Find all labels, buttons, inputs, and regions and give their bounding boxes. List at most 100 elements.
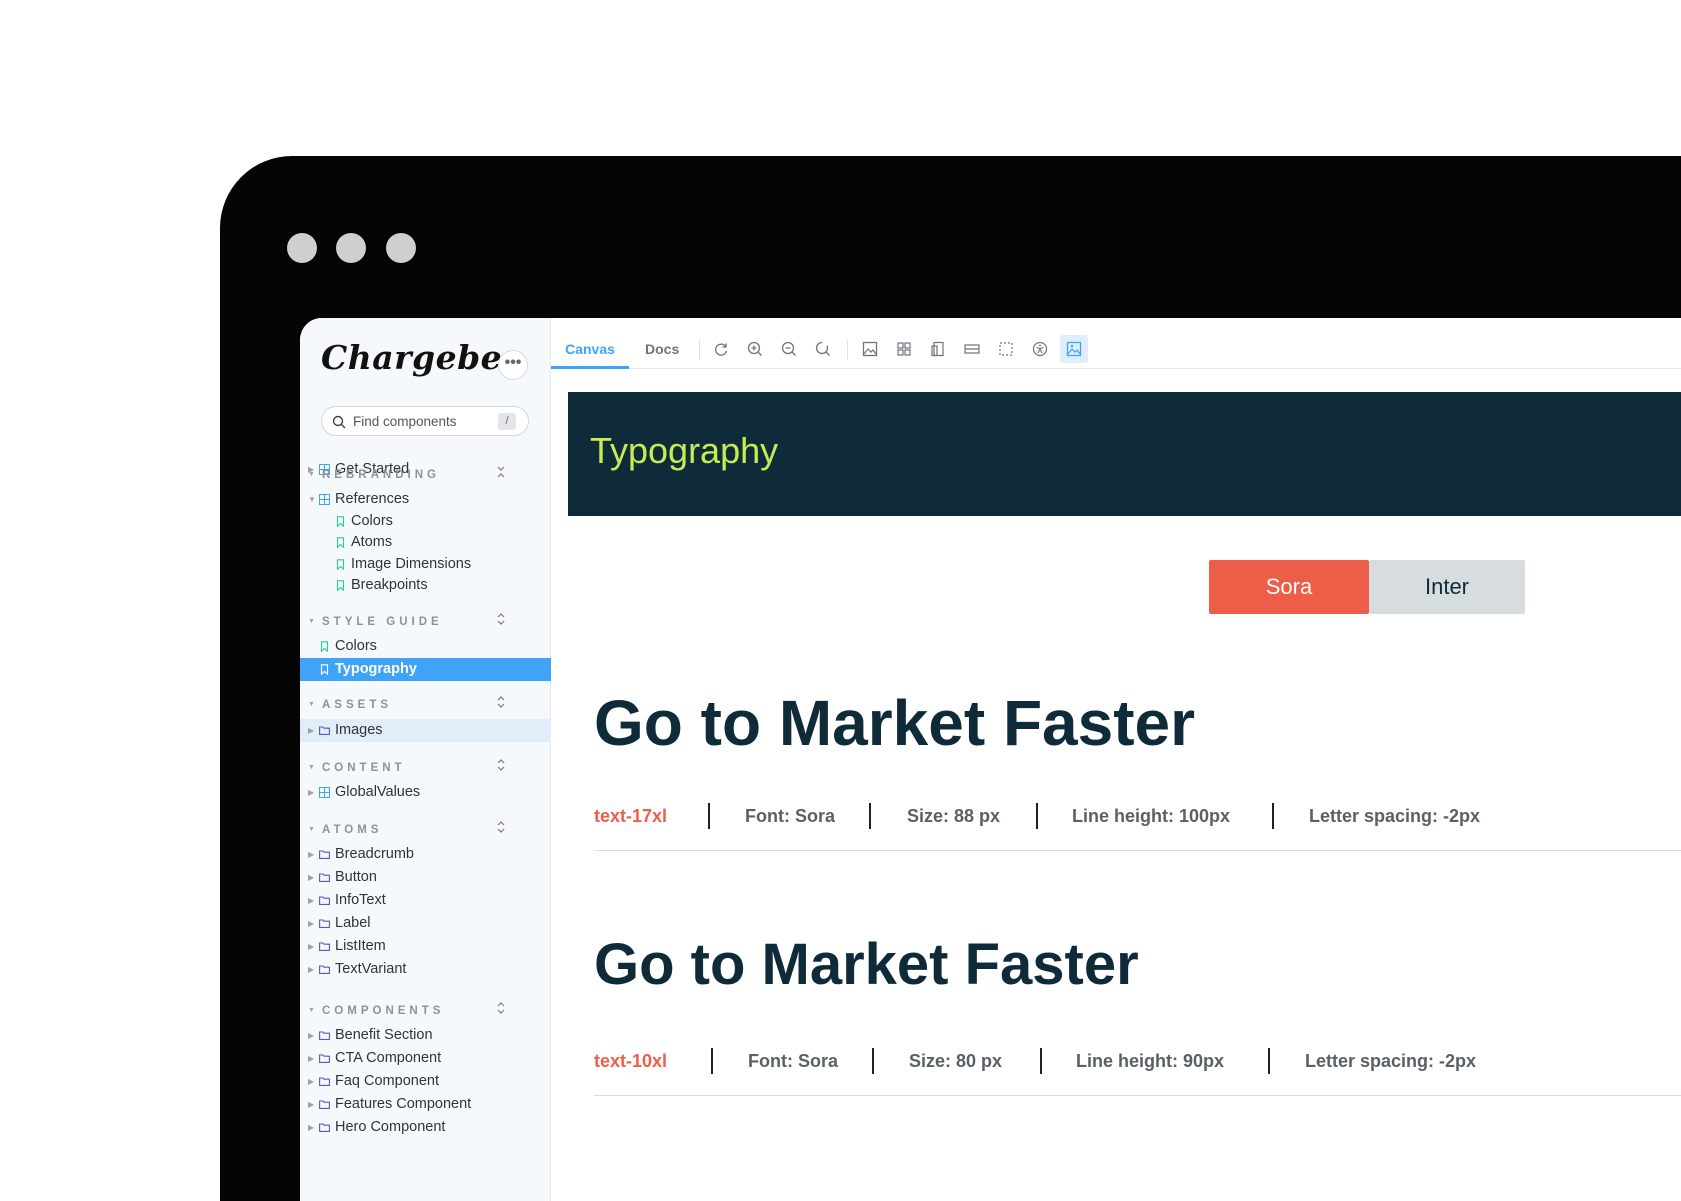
section-title: CONTENT: [322, 762, 406, 774]
section-components[interactable]: ▼ COMPONENTS: [300, 1001, 551, 1021]
section-title: COMPONENTS: [322, 1005, 445, 1017]
chevron-down-icon: ▼: [308, 701, 315, 708]
zoom-out-icon[interactable]: [779, 339, 799, 359]
sidebar-item-label: GlobalValues: [335, 784, 421, 800]
sidebar-item-colors[interactable]: Colors: [300, 635, 551, 658]
chevron-right-icon: ▶: [308, 896, 315, 905]
meta-divider: [1268, 1048, 1270, 1074]
sidebar-item-label: Colors: [351, 513, 393, 529]
sidebar-item-button[interactable]: ▶ Button: [300, 866, 551, 889]
sidebar-item-label: Hero Component: [335, 1119, 446, 1135]
meta-divider: [1040, 1048, 1042, 1074]
class-name-label: text-10xl: [594, 1051, 668, 1071]
sidebar-item-images[interactable]: ▶ Images: [300, 719, 551, 742]
chevron-right-icon: ▶: [308, 1077, 315, 1086]
folder-icon: [319, 726, 330, 735]
chevron-right-icon: ▶: [308, 1031, 315, 1040]
sidebar-item-breakpoints[interactable]: Breakpoints: [300, 574, 551, 597]
search-input[interactable]: [353, 412, 493, 430]
reset-zoom-icon[interactable]: [813, 339, 833, 359]
reload-icon[interactable]: [711, 339, 731, 359]
window-dot-maximize[interactable]: [386, 233, 416, 263]
chevron-right-icon: ▶: [308, 726, 315, 735]
sidebar-item-benefit-section[interactable]: ▶ Benefit Section: [300, 1024, 551, 1047]
sidebar-item-label: Breadcrumb: [335, 846, 414, 862]
accessibility-icon[interactable]: [1030, 339, 1050, 359]
typography-sample-meta: text-17xl Font: Sora Size: 88 px Line he…: [594, 803, 1681, 846]
sidebar-item-hero-component[interactable]: ▶ Hero Component: [300, 1116, 551, 1139]
sidebar-item-atoms[interactable]: Atoms: [300, 531, 551, 554]
expand-all-icon[interactable]: [496, 695, 506, 715]
folder-icon: [319, 1123, 330, 1132]
sidebar-item-label: TextVariant: [335, 961, 407, 977]
image-icon[interactable]: [1060, 335, 1088, 363]
sidebar-item-colors[interactable]: Colors: [300, 510, 551, 533]
section-rebranding[interactable]: ▼ REBRANDING: [300, 465, 551, 485]
font-toggle-sora[interactable]: Sora: [1209, 560, 1369, 614]
meta-divider: [869, 803, 871, 829]
sidebar-item-label[interactable]: ▶ Label: [300, 912, 551, 935]
expand-all-icon[interactable]: [496, 612, 506, 632]
collapse-all-icon[interactable]: [496, 465, 506, 485]
line-height-label: Line height: 90px: [1076, 1051, 1225, 1071]
sidebar-item-label: Colors: [335, 638, 377, 654]
toolbar-divider: [699, 340, 700, 360]
window-dot-close[interactable]: [287, 233, 317, 263]
background-icon[interactable]: [860, 339, 880, 359]
sidebar-item-label: Button: [335, 869, 377, 885]
search-shortcut-badge: /: [498, 413, 516, 430]
font-toggle-inter[interactable]: Inter: [1369, 560, 1525, 614]
sidebar-item-listitem[interactable]: ▶ ListItem: [300, 935, 551, 958]
grid-icon[interactable]: [894, 339, 914, 359]
bookmark-icon: [336, 580, 345, 591]
expand-all-icon[interactable]: [496, 1001, 506, 1021]
search-box[interactable]: /: [321, 406, 529, 436]
meta-divider: [872, 1048, 874, 1074]
chevron-right-icon: ▶: [308, 1100, 315, 1109]
chevron-down-icon: ▼: [308, 495, 316, 504]
section-style-guide[interactable]: ▼ STYLE GUIDE: [300, 612, 551, 632]
chevron-down-icon: ▼: [308, 471, 315, 478]
divider: [594, 850, 1681, 851]
tab-canvas[interactable]: Canvas: [551, 329, 629, 369]
tab-docs[interactable]: Docs: [645, 329, 679, 369]
sidebar-item-cta-component[interactable]: ▶ CTA Component: [300, 1047, 551, 1070]
section-content[interactable]: ▼ CONTENT: [300, 758, 551, 778]
folder-icon: [319, 965, 330, 974]
folder-icon: [319, 1031, 330, 1040]
sidebar-item-breadcrumb[interactable]: ▶ Breadcrumb: [300, 843, 551, 866]
outline-icon[interactable]: [996, 339, 1016, 359]
expand-all-icon[interactable]: [496, 820, 506, 840]
sidebar-item-label: CTA Component: [335, 1050, 442, 1066]
section-title: ATOMS: [322, 824, 383, 836]
more-options-button[interactable]: •••: [498, 350, 528, 380]
sidebar-item-references[interactable]: ▼ References: [300, 488, 551, 511]
folder-icon: [319, 873, 330, 882]
measure-icon[interactable]: [962, 339, 982, 359]
sidebar-item-infotext[interactable]: ▶ InfoText: [300, 889, 551, 912]
window-dot-minimize[interactable]: [336, 233, 366, 263]
sidebar-item-image-dimensions[interactable]: Image Dimensions: [300, 553, 551, 576]
sidebar-item-features-component[interactable]: ▶ Features Component: [300, 1093, 551, 1116]
section-assets[interactable]: ▼ ASSETS: [300, 695, 551, 715]
font-toggle[interactable]: Sora Inter: [1209, 560, 1525, 614]
chevron-down-icon: ▼: [308, 618, 315, 625]
folder-icon: [319, 850, 330, 859]
viewport-icon[interactable]: [928, 339, 948, 359]
typography-sample-heading: Go to Market Faster: [594, 687, 1196, 759]
chargebee-logo[interactable]: Chargebee: [321, 338, 524, 377]
sidebar-item-textvariant[interactable]: ▶ TextVariant: [300, 958, 551, 981]
sidebar-item-globalvalues[interactable]: ▶ GlobalValues: [300, 781, 551, 804]
sidebar-item-typography[interactable]: Typography: [300, 658, 551, 681]
sidebar-item-label: References: [335, 491, 410, 507]
component-grid-icon: [319, 494, 330, 505]
line-height-label: Line height: 100px: [1072, 806, 1231, 826]
sidebar-item-faq-component[interactable]: ▶ Faq Component: [300, 1070, 551, 1093]
section-title: STYLE GUIDE: [322, 616, 443, 628]
chevron-right-icon: ▶: [308, 1123, 315, 1132]
section-atoms[interactable]: ▼ ATOMS: [300, 820, 551, 840]
sidebar-item-label: Features Component: [335, 1096, 472, 1112]
zoom-in-icon[interactable]: [745, 339, 765, 359]
folder-icon: [319, 919, 330, 928]
expand-all-icon[interactable]: [496, 758, 506, 778]
